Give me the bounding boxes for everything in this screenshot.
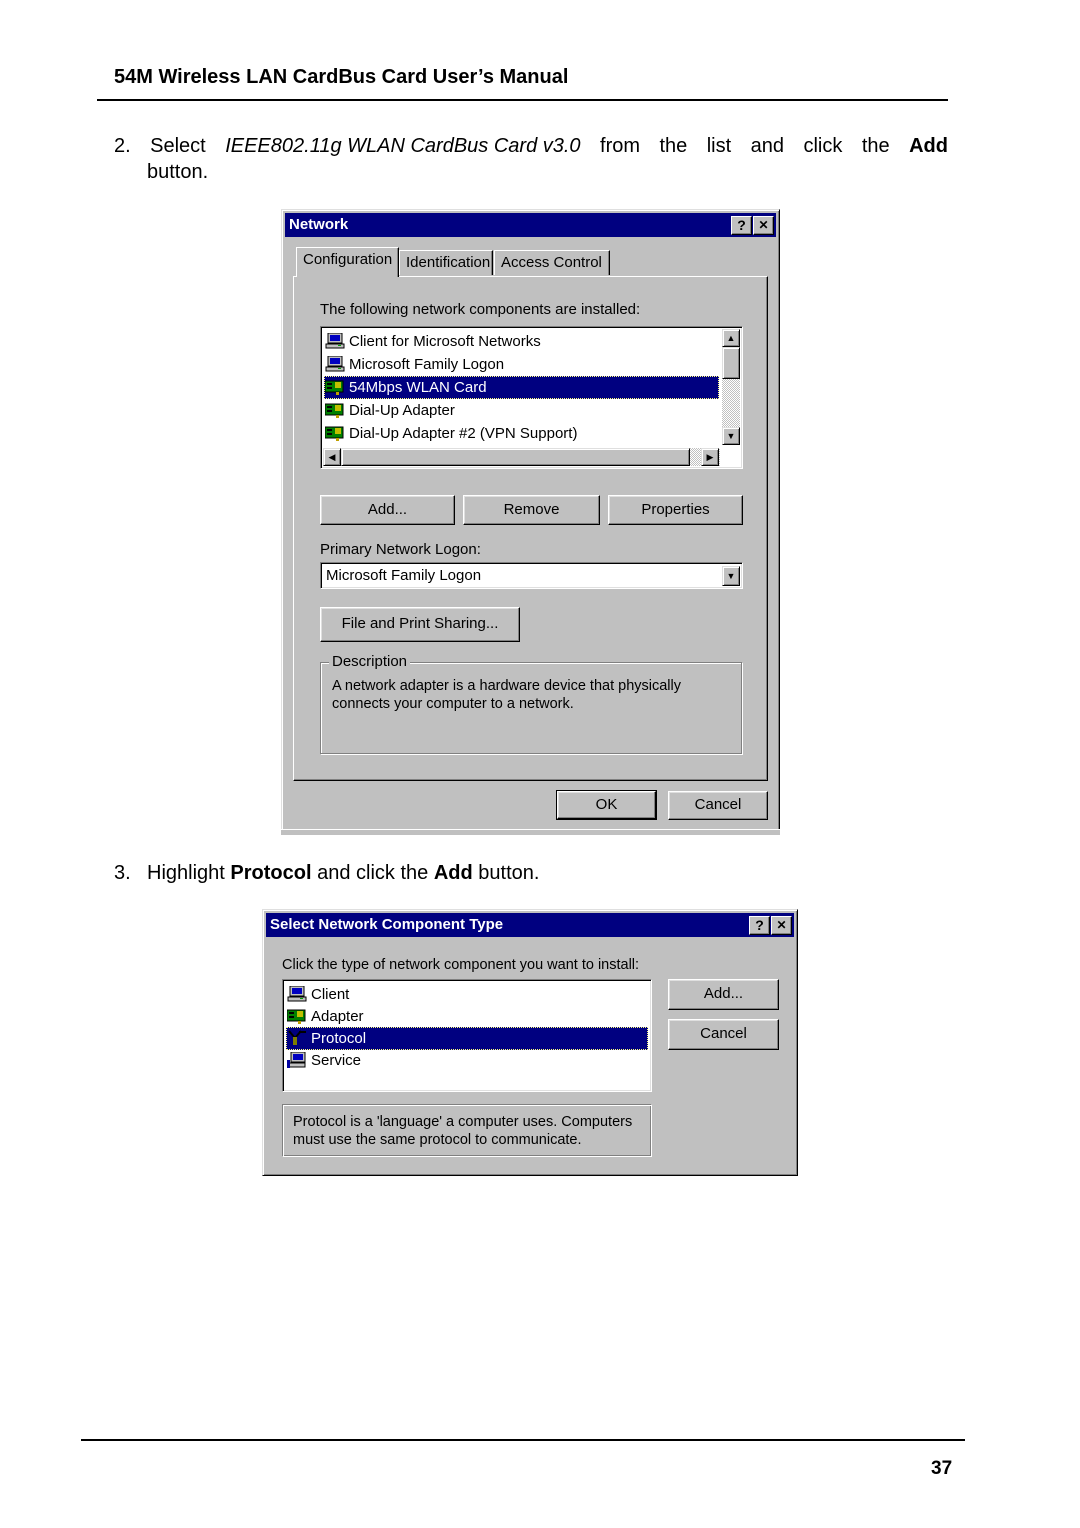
step-2-number: 2. — [114, 135, 131, 157]
file-print-sharing-button[interactable]: File and Print Sharing... — [320, 607, 520, 642]
step-3-bold-protocol: Protocol — [230, 862, 312, 884]
scroll-thumb[interactable] — [722, 347, 740, 379]
add-button[interactable]: Add... — [320, 495, 455, 525]
page-number: 37 — [931, 1458, 953, 1479]
components-label: The following network components are ins… — [320, 301, 641, 318]
step-2-suffix: button. — [147, 161, 209, 183]
list-item-label: Adapter — [311, 1008, 364, 1025]
select-dialog-titlebar: Select Network Component Type ? ✕ — [266, 913, 794, 937]
step-3: 3. Highlight Protocol and click the Add b… — [114, 862, 540, 884]
taskbar-sliver — [281, 829, 780, 835]
step-2-bold: Add — [909, 135, 948, 157]
network-adapter-icon — [324, 425, 345, 441]
component-list-item[interactable]: 54Mbps WLAN Card — [324, 376, 719, 399]
help-icon[interactable]: ? — [749, 916, 770, 935]
ok-button[interactable]: OK — [556, 790, 657, 820]
component-type-item[interactable]: Protocol — [286, 1027, 648, 1050]
select-description-box: Protocol is a 'language' a computer uses… — [282, 1104, 652, 1157]
close-icon[interactable]: ✕ — [771, 916, 792, 935]
scroll-down-button[interactable]: ▼ — [722, 427, 740, 445]
network-adapter-icon — [324, 402, 345, 418]
help-icon[interactable]: ? — [731, 216, 752, 235]
horizontal-scrollbar[interactable]: ◀ ▶ — [323, 448, 720, 466]
component-list-item[interactable]: Dial-Up Adapter — [324, 399, 719, 422]
network-adapter-icon — [286, 1008, 307, 1024]
network-adapter-icon — [324, 379, 345, 395]
scroll-left-button[interactable]: ◀ — [323, 448, 341, 466]
service-icon — [287, 1051, 307, 1068]
list-item-label: Client for Microsoft Networks — [349, 333, 541, 350]
network-dialog-titlebar: Network ? ✕ — [285, 213, 776, 237]
component-list-item[interactable]: Dial-Up Adapter #2 (VPN Support) — [324, 422, 719, 445]
step-2-italic: IEEE802.11g WLAN CardBus Card v3.0 — [225, 135, 581, 157]
network-dialog-title: Network — [289, 216, 349, 233]
component-type-item[interactable]: Adapter — [286, 1005, 648, 1028]
scroll-up-button[interactable]: ▲ — [722, 329, 740, 347]
client-computer-icon — [325, 355, 345, 372]
client-computer-icon — [287, 985, 307, 1002]
client-computer-icon — [325, 332, 345, 349]
remove-button[interactable]: Remove — [463, 495, 600, 525]
component-list-item[interactable]: Client for Microsoft Networks — [324, 330, 719, 353]
select-prompt: Click the type of network component you … — [282, 957, 640, 973]
horizontal-scroll-thumb[interactable] — [341, 448, 690, 466]
list-item-label: Client — [311, 986, 350, 1003]
component-type-item[interactable]: Client — [286, 983, 648, 1006]
description-group: Description A network adapter is a hardw… — [320, 653, 742, 754]
network-dialog: Network ? ✕ Configuration Identification… — [281, 209, 780, 833]
step-2: 2. Select IEEE802.11g WLAN CardBus Card … — [114, 135, 948, 183]
list-item-label: Protocol — [311, 1030, 367, 1047]
select-cancel-button[interactable]: Cancel — [668, 1019, 779, 1050]
list-item-label: Dial-Up Adapter — [349, 402, 455, 419]
protocol-icon — [287, 1030, 307, 1046]
header-rule — [97, 99, 948, 101]
component-type-list[interactable]: Client Adapter Protocol Service — [282, 979, 652, 1092]
step-2-word-select: Select — [150, 135, 206, 157]
list-item-label: 54Mbps WLAN Card — [349, 379, 487, 396]
cancel-button[interactable]: Cancel — [668, 791, 768, 820]
tab-configuration[interactable]: Configuration — [296, 247, 399, 277]
components-list[interactable]: Client for Microsoft Networks Microsoft F… — [320, 326, 743, 469]
component-list-item[interactable]: Microsoft Family Logon — [324, 353, 719, 376]
description-text: A network adapter is a hardware device t… — [332, 678, 681, 712]
primary-logon-label: Primary Network Logon: — [320, 541, 481, 558]
properties-button[interactable]: Properties — [608, 495, 743, 525]
select-component-dialog: Select Network Component Type ? ✕ Click … — [262, 909, 798, 1176]
tab-access-control[interactable]: Access Control — [494, 250, 610, 275]
configuration-panel: The following network components are ins… — [293, 276, 768, 781]
list-item-label: Dial-Up Adapter #2 (VPN Support) — [349, 425, 578, 442]
select-description-text: Protocol is a 'language' a computer uses… — [293, 1114, 633, 1148]
step-3-bold-add: Add — [433, 862, 473, 884]
scroll-right-button[interactable]: ▶ — [701, 448, 719, 466]
select-add-button[interactable]: Add... — [668, 979, 779, 1010]
close-icon[interactable]: ✕ — [753, 216, 774, 235]
select-dialog-title: Select Network Component Type — [270, 916, 504, 933]
chevron-down-icon[interactable]: ▼ — [722, 566, 740, 586]
manual-title: 54M Wireless LAN CardBus Card User’s Man… — [114, 66, 569, 88]
footer-rule — [81, 1439, 965, 1441]
description-legend: Description — [329, 653, 411, 670]
primary-logon-select[interactable]: Microsoft Family Logon ▼ — [320, 562, 743, 589]
vertical-scrollbar[interactable]: ▲ ▼ — [722, 329, 740, 445]
list-item-label: Microsoft Family Logon — [349, 356, 505, 373]
tab-identification[interactable]: Identification — [399, 250, 493, 275]
step-3-number: 3. — [114, 862, 131, 884]
list-item-label: Service — [311, 1052, 362, 1069]
component-type-item[interactable]: Service — [286, 1049, 648, 1072]
